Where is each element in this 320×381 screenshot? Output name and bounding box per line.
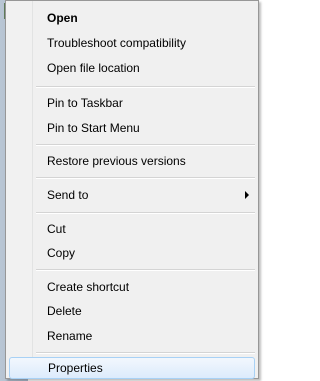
menu-item-label: Properties — [48, 361, 103, 375]
menu-item-pin-to-start-menu[interactable]: Pin to Start Menu — [9, 117, 255, 139]
menu-item-rename[interactable]: Rename — [9, 325, 255, 347]
menu-item-label: Send to — [47, 188, 89, 202]
menu-item-label: Open — [47, 11, 78, 25]
menu-item-label: Pin to Start Menu — [47, 121, 140, 135]
menu-item-create-shortcut[interactable]: Create shortcut — [9, 276, 255, 298]
menu-separator — [36, 86, 255, 88]
menu-item-label: Open file location — [47, 61, 140, 75]
menu-item-label: Restore previous versions — [47, 154, 186, 168]
menu-item-restore-previous-versions[interactable]: Restore previous versions — [9, 150, 255, 172]
menu-item-label: Copy — [47, 246, 76, 260]
menu-item-send-to[interactable]: Send to — [9, 184, 255, 206]
chevron-right-icon — [245, 191, 249, 199]
menu-item-open-file-location[interactable]: Open file location — [9, 57, 255, 79]
menu-item-pin-to-taskbar[interactable]: Pin to Taskbar — [9, 92, 255, 114]
menu-item-properties[interactable]: Properties — [9, 357, 255, 379]
menu-item-label: Rename — [47, 329, 93, 343]
menu-item-label: Troubleshoot compatibility — [47, 36, 186, 50]
menu-item-label: Cut — [47, 222, 66, 236]
menu-item-label: Create shortcut — [47, 280, 130, 294]
menu-item-label: Delete — [47, 304, 82, 318]
context-menu: Open Troubleshoot compatibility Open fil… — [5, 0, 259, 379]
menu-item-copy[interactable]: Copy — [9, 242, 255, 264]
menu-item-label: Pin to Taskbar — [47, 96, 123, 110]
menu-item-open[interactable]: Open — [9, 7, 255, 29]
menu-item-troubleshoot-compatibility[interactable]: Troubleshoot compatibility — [9, 32, 255, 54]
menu-separator — [36, 352, 255, 354]
menu-separator — [36, 144, 255, 146]
menu-item-cut[interactable]: Cut — [9, 218, 255, 240]
menu-separator — [36, 212, 255, 214]
menu-separator — [36, 269, 255, 271]
menu-separator — [36, 177, 255, 179]
menu-item-delete[interactable]: Delete — [9, 300, 255, 322]
